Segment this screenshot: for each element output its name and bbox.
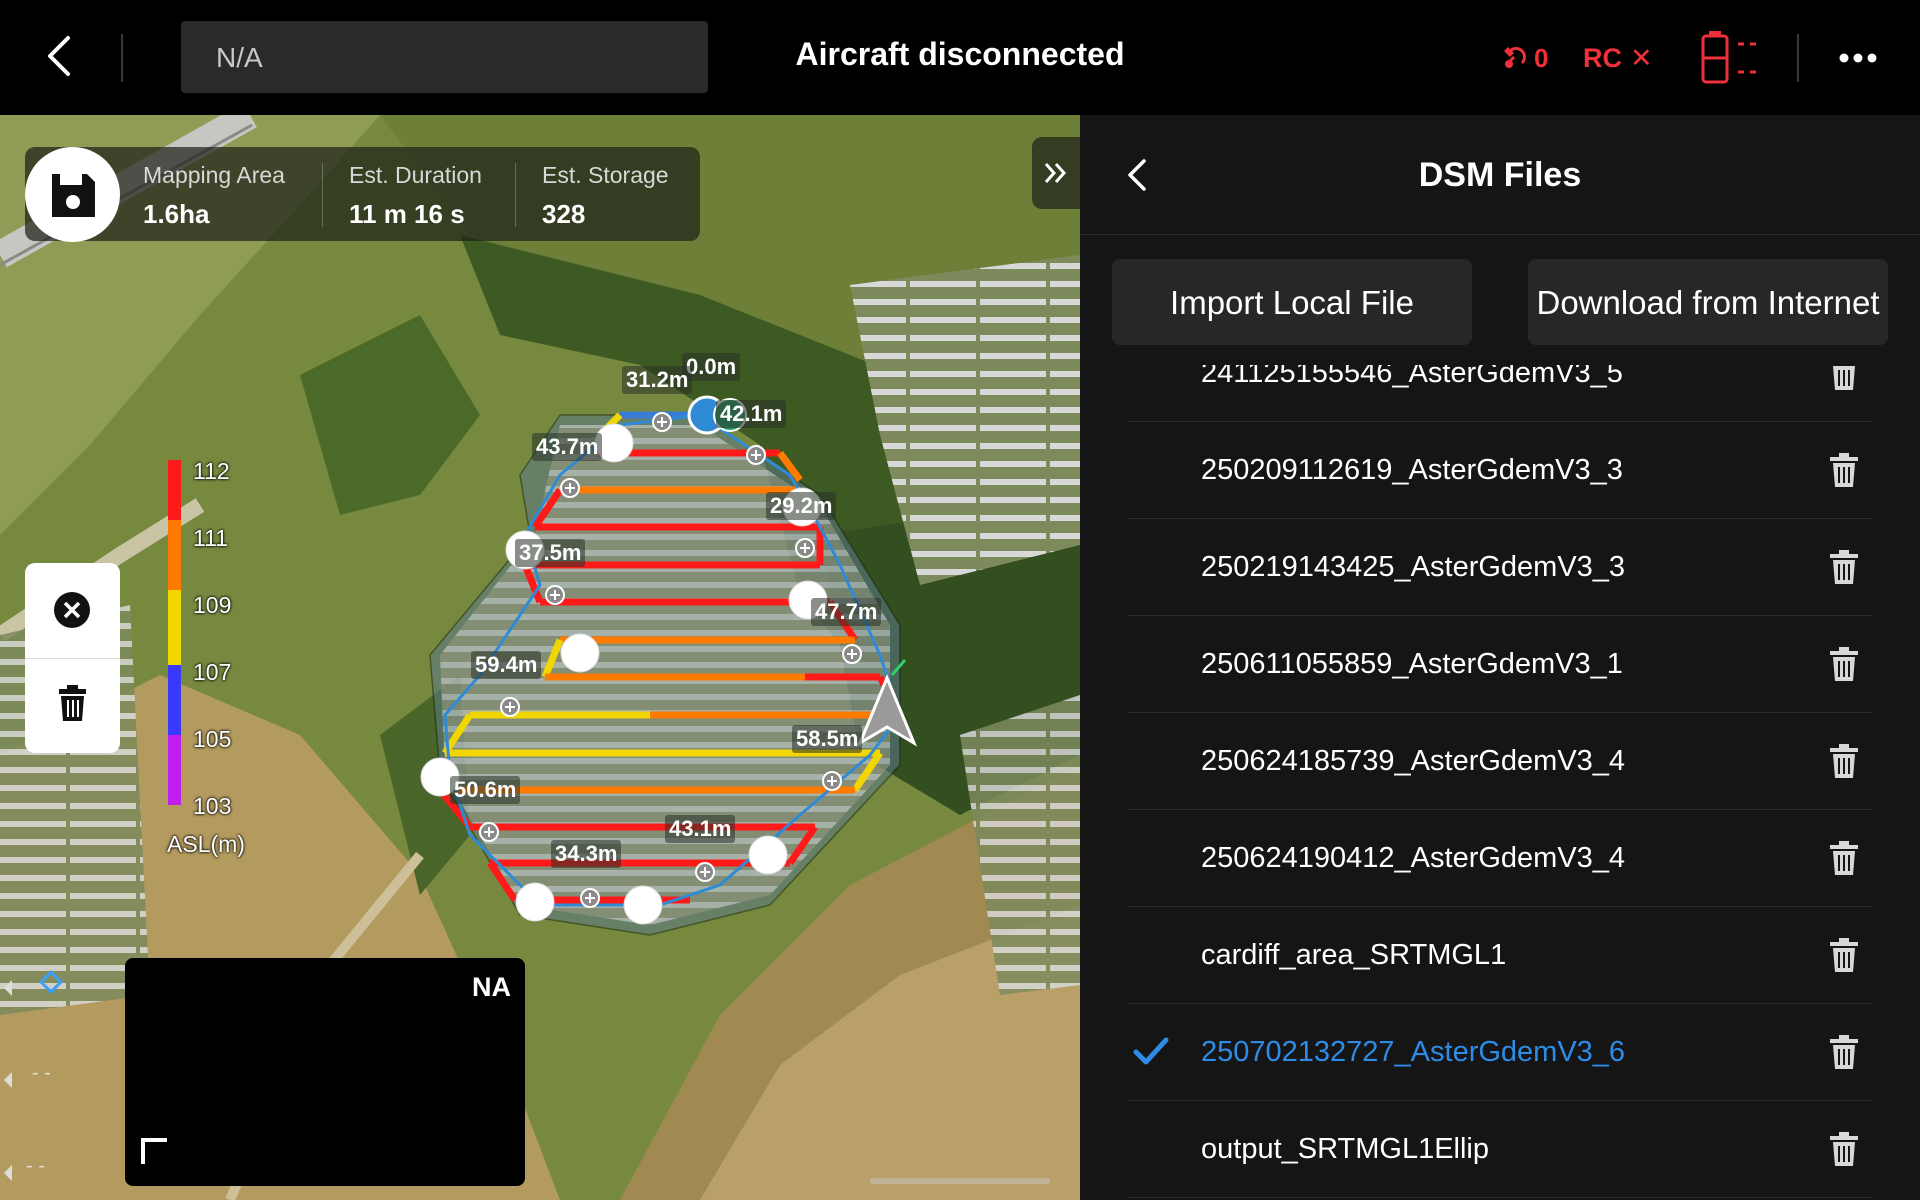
distance-label: 43.7m	[532, 433, 603, 461]
legend-tick: 111	[193, 525, 228, 551]
dsm-file-name: cardiff_area_SRTMGL1	[1201, 939, 1507, 971]
legend-tick: 107	[193, 659, 232, 685]
close-circle-icon	[54, 592, 90, 628]
storage-value: 328	[542, 199, 586, 229]
divider	[322, 163, 323, 227]
distance-label: 50.6m	[450, 776, 521, 804]
duration-label: Est. Duration	[349, 162, 482, 188]
dsm-file-row[interactable]: cardiff_area_SRTMGL1	[1128, 907, 1872, 1004]
panel-title: DSM Files	[1418, 156, 1582, 194]
edit-tools	[25, 563, 120, 753]
distance-label: 43.1m	[665, 815, 736, 843]
signal-indicator[interactable]: 0	[1500, 40, 1548, 76]
trash-icon[interactable]	[1828, 452, 1860, 488]
double-chevron-right-icon	[1044, 163, 1067, 183]
expand-panel-button[interactable]	[1032, 137, 1080, 209]
dsm-file-row[interactable]: 250624190412_AsterGdemV3_4	[1128, 810, 1872, 907]
divider	[121, 34, 123, 82]
storage-stat: Est. Storage 328	[542, 162, 669, 230]
dsm-file-row[interactable]: output_SRTMGL1Ellip	[1128, 1101, 1872, 1198]
dsm-file-name: 250624185739_AsterGdemV3_4	[1201, 745, 1626, 777]
distance-label: 59.4m	[471, 651, 542, 679]
dsm-files-panel: DSM Files Import Local File Download fro…	[1080, 115, 1920, 1200]
scroll-indicator	[870, 1178, 1050, 1184]
trash-icon[interactable]	[1828, 1131, 1860, 1167]
dsm-file-name: 241125155546_AsterGdemV3_5	[1201, 365, 1623, 389]
mapping-area-value: 1.6ha	[143, 199, 210, 229]
close-button[interactable]	[25, 563, 120, 658]
dsm-file-row[interactable]: 250611055859_AsterGdemV3_1	[1128, 616, 1872, 713]
trash-icon[interactable]	[1828, 1034, 1860, 1070]
rc-label: RC	[1583, 42, 1622, 73]
battery-icon[interactable]	[1700, 30, 1760, 86]
trash-icon[interactable]	[1828, 365, 1860, 391]
satellite-icon	[1504, 47, 1526, 68]
connection-status-title: Aircraft disconnected	[795, 36, 1125, 72]
dsm-file-name: 250611055859_AsterGdemV3_1	[1201, 648, 1623, 680]
distance-label: 58.5m	[792, 725, 863, 753]
trash-icon	[59, 685, 86, 721]
back-arrow-icon[interactable]	[40, 30, 80, 82]
divider	[515, 163, 516, 227]
mapping-area-stat: Mapping Area 1.6ha	[143, 162, 285, 230]
duration-value: 11 m 16 s	[349, 199, 465, 229]
storage-label: Est. Storage	[542, 162, 669, 188]
expand-corner-icon[interactable]	[141, 1138, 169, 1166]
indicator-value: - -	[26, 1155, 45, 1177]
trash-icon[interactable]	[1828, 937, 1860, 973]
dsm-file-name: 250209112619_AsterGdemV3_3	[1201, 454, 1623, 486]
dsm-file-name: 250219143425_AsterGdemV3_3	[1201, 551, 1626, 583]
trash-icon[interactable]	[1828, 549, 1860, 585]
dsm-file-row[interactable]: 250209112619_AsterGdemV3_3	[1128, 422, 1872, 519]
delete-button[interactable]	[25, 658, 120, 753]
aircraft-name-field[interactable]: N/A	[181, 21, 708, 93]
dsm-file-name: 250702132727_AsterGdemV3_6	[1201, 1036, 1626, 1068]
top-bar: N/A Aircraft disconnected 0 RC ✕	[0, 0, 1920, 115]
legend-tick: 103	[193, 793, 232, 819]
panel-header: DSM Files	[1080, 115, 1920, 235]
dsm-file-row[interactable]: 250219143425_AsterGdemV3_3	[1128, 519, 1872, 616]
checkmark-icon	[1133, 1037, 1169, 1065]
more-options-icon[interactable]	[1838, 48, 1878, 68]
trash-icon[interactable]	[1828, 840, 1860, 876]
mapping-area-label: Mapping Area	[143, 162, 285, 188]
distance-label: 47.7m	[811, 598, 882, 626]
camera-status-label: NA	[472, 972, 511, 1002]
duration-stat: Est. Duration 11 m 16 s	[349, 162, 482, 230]
dsm-file-name: 250624190412_AsterGdemV3_4	[1201, 842, 1626, 874]
signal-count: 0	[1534, 42, 1549, 73]
divider	[1797, 34, 1799, 82]
dsm-file-name: output_SRTMGL1Ellip	[1201, 1133, 1490, 1165]
save-button[interactable]	[25, 147, 120, 242]
map-view[interactable]: Mapping Area 1.6ha Est. Duration 11 m 16…	[0, 115, 1080, 1200]
rc-status[interactable]: RC ✕	[1583, 40, 1653, 76]
legend-unit: ASL(m)	[167, 831, 245, 857]
rc-disconnected-icon: ✕	[1630, 42, 1653, 73]
distance-label: 29.2m	[766, 492, 837, 520]
import-local-file-button[interactable]: Import Local File	[1112, 259, 1472, 345]
trash-icon[interactable]	[1828, 646, 1860, 682]
dsm-file-list: 241125155546_AsterGdemV3_5 250209112619_A…	[1080, 365, 1920, 1200]
distance-label: 31.2m	[622, 366, 693, 394]
download-from-internet-button[interactable]: Download from Internet	[1528, 259, 1888, 345]
dsm-file-row[interactable]: 250702132727_AsterGdemV3_6	[1128, 1004, 1872, 1101]
legend-tick: 105	[193, 726, 232, 752]
save-icon	[52, 174, 95, 217]
legend-tick: 109	[193, 592, 232, 618]
trash-icon[interactable]	[1828, 743, 1860, 779]
back-chevron-icon[interactable]	[1122, 155, 1152, 195]
legend-tick: 112	[193, 458, 230, 484]
indicator-value: - -	[32, 1062, 51, 1084]
dsm-file-row[interactable]: 250624185739_AsterGdemV3_4	[1128, 713, 1872, 810]
dsm-file-row[interactable]: 241125155546_AsterGdemV3_5	[1128, 365, 1872, 422]
distance-label: 37.5m	[515, 539, 586, 567]
distance-label: 34.3m	[551, 840, 622, 868]
camera-preview[interactable]: NA	[125, 958, 525, 1186]
distance-label: 42.1m	[716, 400, 787, 428]
